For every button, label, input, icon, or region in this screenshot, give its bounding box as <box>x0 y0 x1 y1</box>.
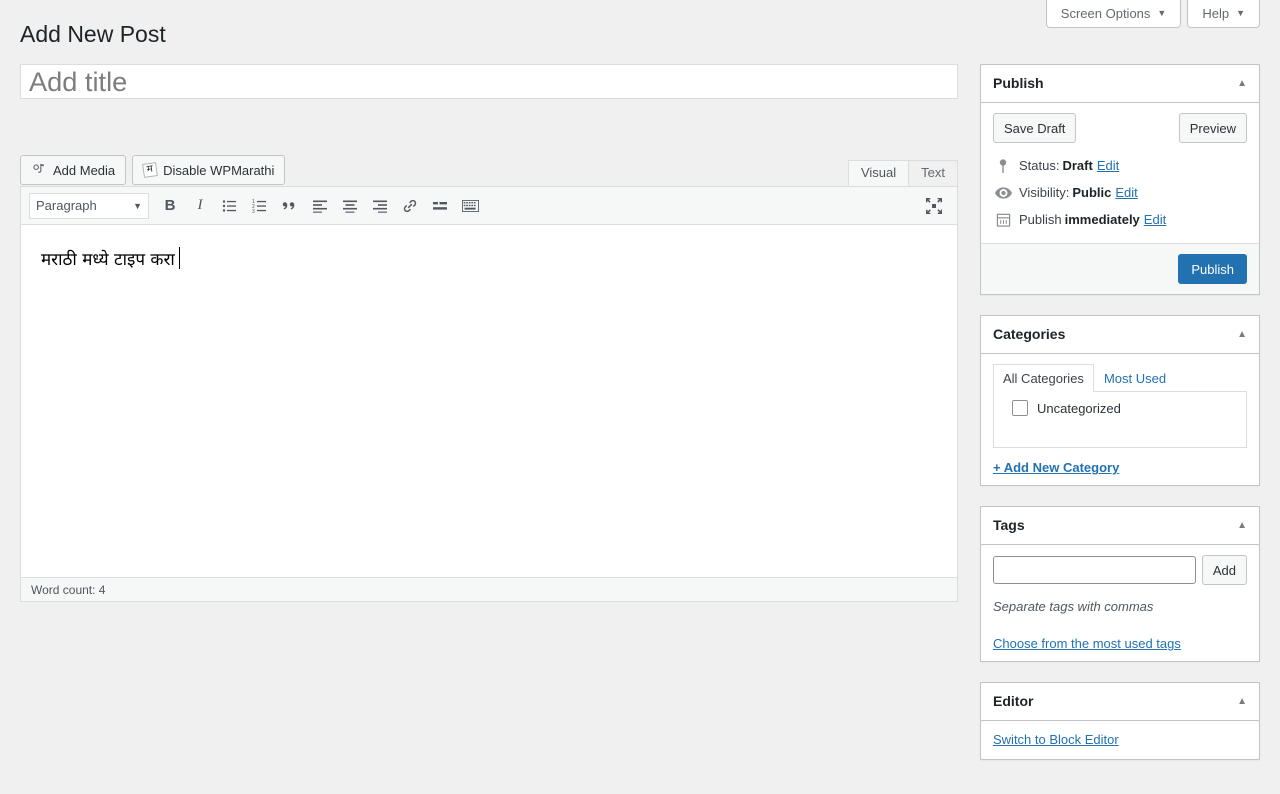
editor-toolbar: Paragraph ▼ B I 1 2 3 <box>21 187 957 225</box>
categories-postbox: Categories ▲ All Categories Most Used Un… <box>980 315 1260 487</box>
add-tag-button[interactable]: Add <box>1201 555 1247 586</box>
eye-icon <box>993 187 1013 199</box>
add-media-label: Add Media <box>53 162 116 178</box>
editor-postbox-title: Editor <box>993 693 1034 710</box>
page-title: Add New Post <box>20 21 166 47</box>
publish-postbox-header[interactable]: Publish ▲ <box>981 65 1259 103</box>
edit-status-link[interactable]: Edit <box>1097 156 1119 177</box>
post-schedule-prefix: Publish <box>1019 211 1062 227</box>
post-body-content: Add Media म Disable WPMarathi Visual Tex… <box>20 64 958 602</box>
chevron-down-icon: ▼ <box>1236 8 1245 18</box>
media-buttons-row: Add Media म Disable WPMarathi <box>20 155 286 185</box>
tab-visual[interactable]: Visual <box>847 160 910 186</box>
distraction-free-icon[interactable] <box>919 191 949 221</box>
chevron-down-icon: ▼ <box>1157 8 1167 18</box>
align-right-icon[interactable] <box>365 191 395 221</box>
bulleted-list-icon[interactable] <box>215 191 245 221</box>
add-new-category-link[interactable]: + Add New Category <box>993 460 1247 475</box>
tags-postbox-title: Tags <box>993 517 1025 534</box>
chevron-up-icon[interactable]: ▲ <box>1237 329 1247 340</box>
post-schedule-value: immediately <box>1064 211 1140 227</box>
publish-button[interactable]: Publish <box>1178 254 1247 285</box>
numbered-list-icon[interactable]: 1 2 3 <box>245 191 275 221</box>
screen-options-label: Screen Options <box>1060 6 1151 21</box>
help-label: Help <box>1202 6 1230 21</box>
editor-statusbar: Word count: 4 <box>21 577 957 601</box>
category-item: Uncategorized <box>1004 400 1236 417</box>
switch-to-block-editor-link[interactable]: Switch to Block Editor <box>993 732 1119 747</box>
post-visibility-prefix: Visibility: <box>1019 184 1070 200</box>
svg-text:3: 3 <box>252 209 255 214</box>
categories-postbox-header[interactable]: Categories ▲ <box>981 316 1259 355</box>
sidebar-postbox-container: Publish ▲ Save Draft Preview Status: Dra… <box>980 64 1260 780</box>
word-count-label: Word count: 4 <box>31 582 106 597</box>
post-status-row: Status: Draft Edit <box>993 153 1247 180</box>
category-label: Uncategorized <box>1037 400 1121 416</box>
paragraph-format-select[interactable]: Paragraph ▼ <box>29 192 149 219</box>
calendar-icon <box>993 212 1013 228</box>
categories-checklist[interactable]: Uncategorized <box>993 392 1247 449</box>
format-select-label: Paragraph <box>36 198 97 213</box>
publish-postbox-title: Publish <box>993 74 1044 91</box>
screen-options-button[interactable]: Screen Options ▼ <box>1045 0 1182 28</box>
bold-icon[interactable]: B <box>155 191 185 221</box>
most-used-tags-link[interactable]: Choose from the most used tags <box>993 636 1247 651</box>
post-status-value: Draft <box>1062 158 1093 173</box>
tag-entry-row: Add <box>993 555 1247 586</box>
tab-text[interactable]: Text <box>908 160 958 186</box>
read-more-icon[interactable] <box>425 191 455 221</box>
align-left-icon[interactable] <box>305 191 335 221</box>
editor-paragraph: मराठी मध्ये टाइप करा <box>41 250 175 270</box>
editor-postbox-inside: Switch to Block Editor <box>981 721 1259 759</box>
disable-wpmarathi-label: Disable WPMarathi <box>163 162 275 178</box>
post-schedule-row: Publish immediately Edit <box>993 207 1247 234</box>
post-status-prefix: Status: <box>1019 158 1060 173</box>
chevron-up-icon[interactable]: ▲ <box>1237 520 1247 531</box>
help-button[interactable]: Help ▼ <box>1187 0 1260 28</box>
save-draft-button[interactable]: Save Draft <box>993 113 1077 143</box>
publish-postbox-inside: Save Draft Preview Status: Draft Edit Vi… <box>981 103 1259 243</box>
categories-tabs: All Categories Most Used <box>993 364 1247 393</box>
chevron-up-icon[interactable]: ▲ <box>1237 78 1247 89</box>
categories-postbox-title: Categories <box>993 326 1066 343</box>
post-title-input[interactable] <box>20 64 958 99</box>
publish-actions-row: Publish <box>981 243 1259 295</box>
post-visibility-value: Public <box>1072 184 1112 200</box>
draft-preview-row: Save Draft Preview <box>993 113 1247 143</box>
editor-postbox-header[interactable]: Editor ▲ <box>981 683 1259 722</box>
wpmarathi-icon: म <box>142 162 159 178</box>
blockquote-icon[interactable] <box>275 191 305 221</box>
add-media-button[interactable]: Add Media <box>20 155 127 185</box>
toolbar-toggle-icon[interactable] <box>455 191 485 221</box>
text-cursor <box>178 247 180 269</box>
editor-content-area[interactable]: मराठी मध्ये टाइप करा <box>21 225 957 577</box>
tag-input[interactable] <box>993 556 1196 585</box>
chevron-down-icon: ▼ <box>133 200 142 211</box>
tag-hint: Separate tags with commas <box>993 599 1154 615</box>
tab-most-used[interactable]: Most Used <box>1094 364 1176 392</box>
category-checkbox[interactable] <box>1012 400 1028 417</box>
preview-button[interactable]: Preview <box>1178 113 1247 143</box>
editor-mode-tabs: Visual Text <box>847 160 958 186</box>
link-icon[interactable] <box>395 191 425 221</box>
italic-icon[interactable]: I <box>185 191 215 221</box>
disable-wpmarathi-button[interactable]: म Disable WPMarathi <box>132 155 286 185</box>
post-visibility-row: Visibility: Public Edit <box>993 180 1247 207</box>
edit-schedule-link[interactable]: Edit <box>1144 210 1166 231</box>
tags-postbox-inside: Add Separate tags with commas Choose fro… <box>981 545 1259 661</box>
chevron-up-icon[interactable]: ▲ <box>1237 696 1247 707</box>
align-center-icon[interactable] <box>335 191 365 221</box>
edit-visibility-link[interactable]: Edit <box>1115 183 1137 204</box>
publish-postbox: Publish ▲ Save Draft Preview Status: Dra… <box>980 64 1260 296</box>
editor-postbox: Editor ▲ Switch to Block Editor <box>980 682 1260 761</box>
screen-meta-bar: Screen Options ▼ Help ▼ <box>1045 0 1260 28</box>
pin-icon <box>993 158 1013 174</box>
media-icon <box>31 162 47 178</box>
categories-postbox-inside: All Categories Most Used Uncategorized +… <box>981 354 1259 485</box>
editor-container: Paragraph ▼ B I 1 2 3 मराठी मध्ये टाइप क… <box>20 186 958 602</box>
tags-postbox-header[interactable]: Tags ▲ <box>981 507 1259 546</box>
tags-postbox: Tags ▲ Add Separate tags with commas Cho… <box>980 506 1260 663</box>
tab-all-categories[interactable]: All Categories <box>993 364 1094 393</box>
